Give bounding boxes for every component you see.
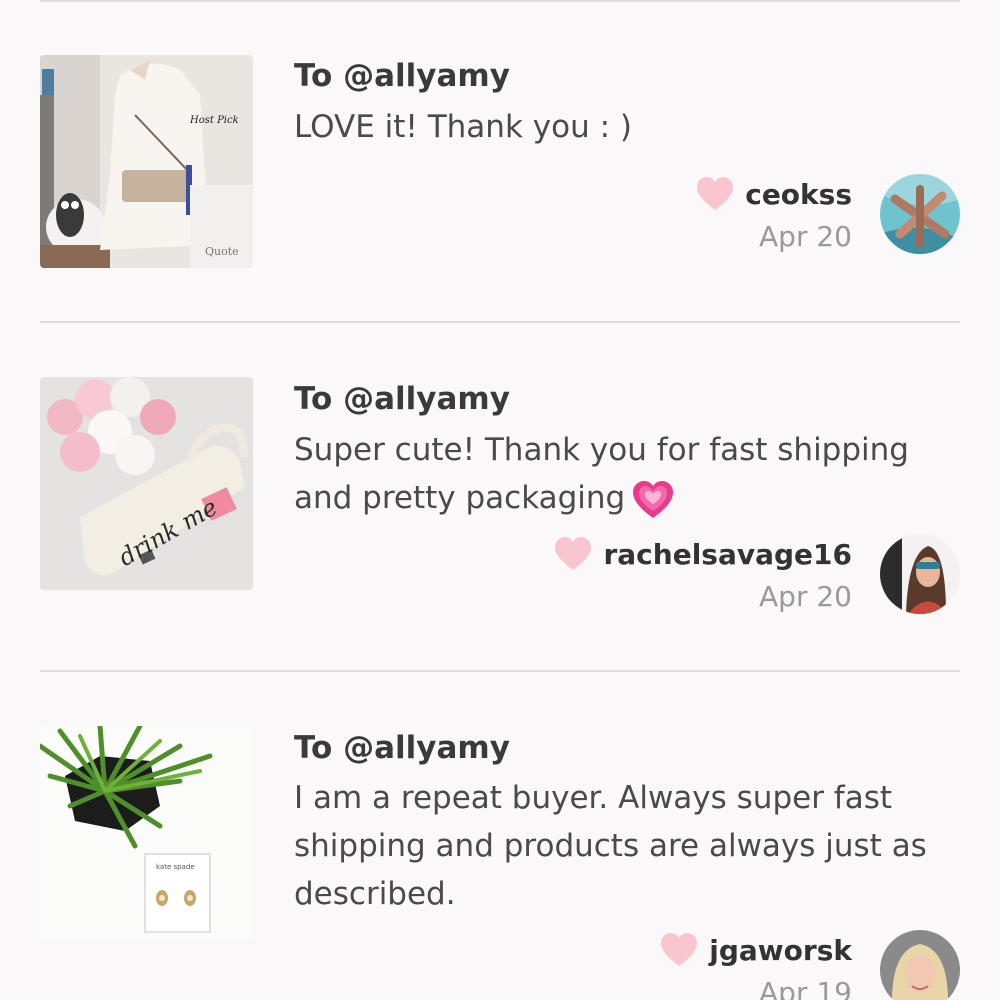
review-meta: jgaworsk Apr 19 (659, 930, 852, 1000)
review-message-text: Super cute! Thank you for fast shipping … (294, 432, 909, 516)
avatar[interactable] (880, 534, 960, 614)
growing-heart-emoji (633, 480, 674, 518)
heart-icon[interactable] (553, 536, 593, 572)
review-date: Apr 20 (759, 220, 852, 253)
avatar[interactable] (880, 174, 960, 254)
review-message: I am a repeat buyer. Always super fast s… (294, 780, 927, 912)
card-brand: kate spade (156, 863, 195, 871)
listing-thumbnail[interactable]: drink me (40, 377, 253, 590)
divider (40, 321, 960, 323)
avatar[interactable] (880, 930, 960, 1000)
listing-image-dress: Host Pick Quote (40, 55, 253, 268)
reviews-feed: Host Pick Quote To @allyamy LOVE it! Tha… (0, 0, 1000, 1000)
review-date: Apr 19 (759, 976, 852, 1000)
avatar-image (880, 534, 960, 614)
avatar-image (880, 930, 960, 1000)
listing-image-earrings: kate spade (40, 726, 253, 939)
listing-thumbnail[interactable]: kate spade (40, 726, 253, 939)
divider (40, 670, 960, 672)
avatar-image (880, 174, 960, 254)
heart-icon[interactable] (695, 176, 735, 212)
review-message: Super cute! Thank you for fast shipping … (294, 426, 974, 522)
review-meta: ceokss Apr 20 (695, 174, 852, 253)
review-recipient: To @allyamy (294, 381, 510, 417)
review-recipient: To @allyamy (294, 58, 510, 94)
review-date: Apr 20 (759, 580, 852, 613)
review-meta: rachelsavage16 Apr 20 (553, 534, 852, 613)
listing-image-tote: drink me (40, 377, 253, 590)
reviewer-username[interactable]: ceokss (745, 178, 852, 211)
review-message: LOVE it! Thank you : ) (294, 109, 632, 145)
listing-thumbnail[interactable]: Host Pick Quote (40, 55, 253, 268)
host-pick-badge: Host Pick (189, 115, 239, 126)
divider (40, 0, 960, 2)
listing-watermark: Quote (205, 245, 239, 258)
heart-icon[interactable] (659, 932, 699, 968)
review-recipient: To @allyamy (294, 730, 510, 766)
reviewer-username[interactable]: jgaworsk (709, 934, 852, 967)
reviewer-username[interactable]: rachelsavage16 (603, 538, 852, 571)
